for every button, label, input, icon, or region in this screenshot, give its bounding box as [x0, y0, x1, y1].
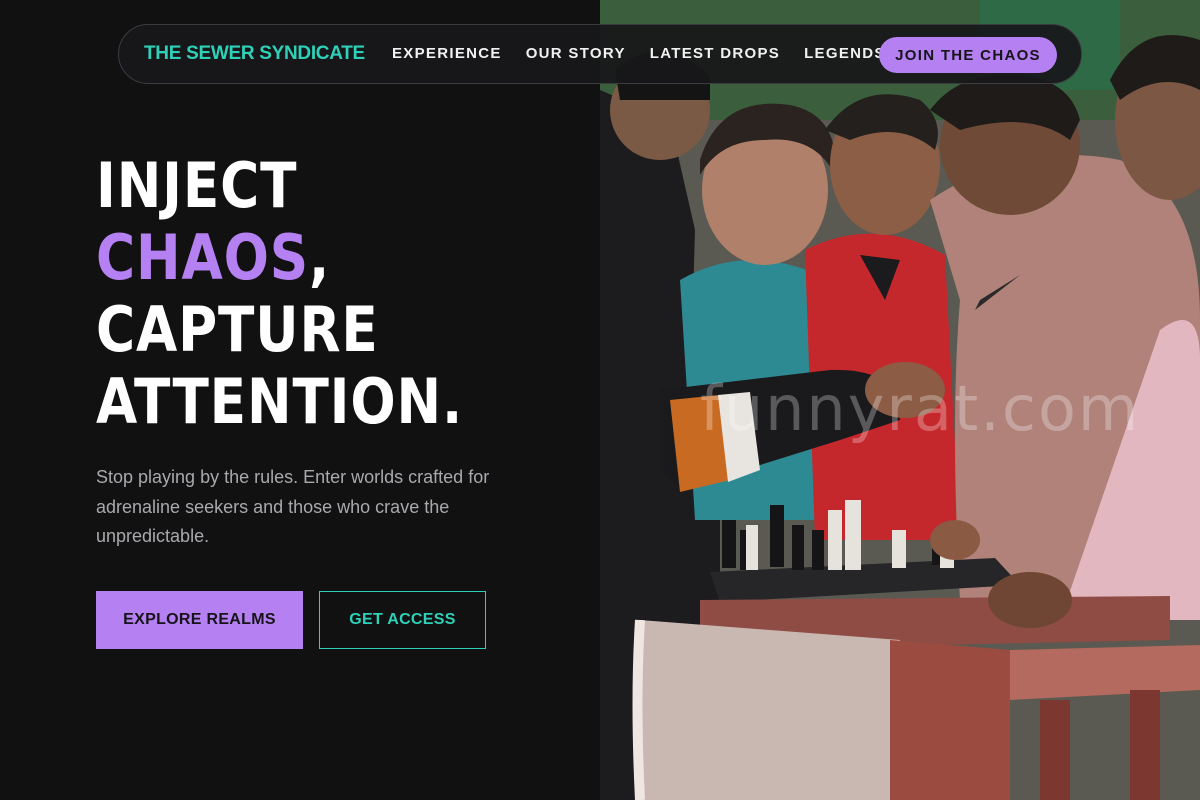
headline-line-1: INJECT	[96, 149, 298, 222]
headline-line-4: ATTENTION.	[96, 365, 464, 438]
headline-comma: ,	[309, 221, 331, 294]
join-the-chaos-button[interactable]: JOIN THE CHAOS	[879, 37, 1057, 73]
hero-headline: INJECT CHAOS, CAPTURE ATTENTION.	[96, 150, 523, 438]
nav-link-experience[interactable]: EXPERIENCE	[392, 45, 502, 62]
hero-photo: funnyrat.com	[600, 0, 1200, 800]
top-navbar: THE SEWER SYNDICATE EXPERIENCE OUR STORY…	[118, 24, 1082, 84]
headline-line-3: CAPTURE	[96, 293, 379, 366]
nav-link-our-story[interactable]: OUR STORY	[526, 45, 626, 62]
nav-links: EXPERIENCE OUR STORY LATEST DROPS LEGEND…	[392, 45, 886, 62]
headline-accent-word: CHAOS	[96, 221, 310, 294]
hero-description: Stop playing by the rules. Enter worlds …	[96, 467, 490, 546]
brand-logo[interactable]: THE SEWER SYNDICATE	[144, 43, 365, 65]
nav-link-latest-drops[interactable]: LATEST DROPS	[650, 45, 780, 62]
nav-link-legends[interactable]: LEGENDS	[804, 45, 886, 62]
explore-realms-button[interactable]: EXPLORE REALMS	[96, 591, 303, 649]
get-access-button[interactable]: GET ACCESS	[319, 591, 486, 649]
watermark-text: funnyrat.com	[700, 372, 1141, 445]
headline-line-2: CHAOS,	[96, 222, 463, 294]
